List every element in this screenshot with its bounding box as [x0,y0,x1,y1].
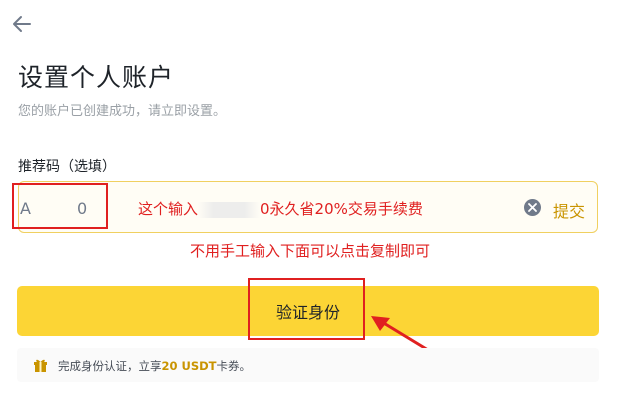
annotation-text-1-suffix: 0永久省20%交易手续费 [260,200,423,218]
arrow-left-icon [13,16,31,32]
reward-text-before: 完成身份认证，立享 [58,359,162,373]
verify-identity-label: 验证身份 [276,303,341,322]
submit-referral-button[interactable]: 提交 [553,198,585,222]
page-title: 设置个人账户 [18,63,175,92]
reward-amount: 20 USDT [161,359,217,373]
gift-icon [34,359,47,372]
annotation-text-1-prefix: 这个输入 [138,200,199,218]
reward-text: 完成身份认证，立享20 USDT卡券。 [58,358,251,374]
annotation-text-2: 不用手工输入下面可以点击复制即可 [190,242,431,260]
redacted-code [198,201,261,218]
referral-label: 推荐码（选填） [18,159,116,175]
back-button[interactable] [10,12,34,36]
annotation-frame-referral [12,183,108,229]
reward-text-after: 卡券。 [216,359,252,373]
page-subtitle: 您的账户已创建成功，请立即设置。 [18,104,227,119]
clear-circle-icon [528,203,537,212]
annotation-text-1: 这个输入 0永久省20%交易手续费 [138,198,423,219]
clear-input-button[interactable] [524,199,541,216]
